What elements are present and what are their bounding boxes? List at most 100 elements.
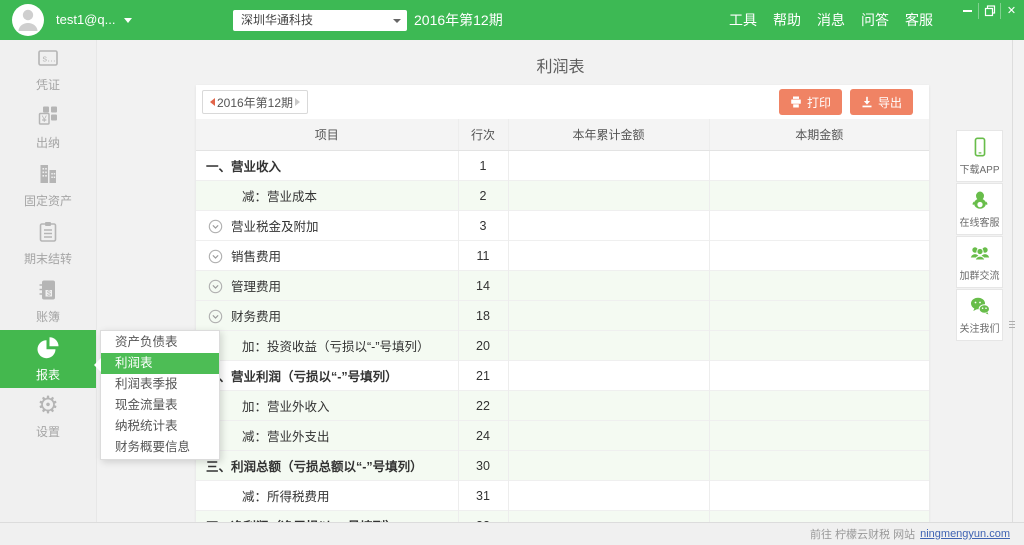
sidebar-item-ledger[interactable]: $ 账簿 — [0, 272, 96, 330]
pie-chart-icon — [35, 335, 61, 361]
table-row: 加：营业外收入 22 — [196, 391, 929, 421]
row-ytd-amount — [508, 241, 709, 271]
sidebar-item-reports[interactable]: 报表 — [0, 330, 96, 388]
sidebar: s… 凭证 ¥ 出纳 固定资产 期末结转 $ 账簿 报表 ⚙ 设置 — [0, 40, 97, 522]
company-select[interactable]: 深圳华通科技 — [233, 10, 407, 31]
row-item-label: 二、营业利润（亏损以“-”号填列） — [206, 370, 398, 384]
maximize-button[interactable] — [978, 3, 1000, 19]
row-ytd-amount — [508, 151, 709, 181]
table-row: 管理费用 14 — [196, 271, 929, 301]
col-header-current: 本期金额 — [709, 119, 929, 151]
flyout-menu-item[interactable]: 利润表季报 — [101, 374, 219, 395]
join-group-button[interactable]: 加群交流 — [956, 236, 1003, 288]
sidebar-item-voucher[interactable]: s… 凭证 — [0, 40, 96, 98]
table-row: 二、营业利润（亏损以“-”号填列） 21 — [196, 361, 929, 391]
row-item-label: 管理费用 — [231, 280, 281, 294]
ledger-icon: $ — [35, 277, 61, 303]
svg-text:$: $ — [47, 291, 51, 298]
row-item-label: 减：营业成本 — [242, 190, 317, 204]
panel-collapse-handle[interactable] — [1007, 312, 1016, 336]
table-row: 加：投资收益（亏损以“-”号填列） 20 — [196, 331, 929, 361]
footer-link[interactable]: ningmengyun.com — [920, 528, 1010, 540]
flyout-menu-item[interactable]: 现金流量表 — [101, 395, 219, 416]
flyout-menu-item[interactable]: 财务概要信息 — [101, 437, 219, 458]
svg-text:s…: s… — [43, 54, 57, 64]
titlebar-nav-item[interactable]: 问答 — [860, 8, 890, 32]
print-button[interactable]: 打印 — [779, 89, 842, 115]
table-row: 一、营业收入 1 — [196, 151, 929, 181]
flyout-arrow — [94, 358, 101, 372]
row-item-label: 减：营业外支出 — [242, 430, 330, 444]
titlebar: test1@q... 深圳华通科技 2016年第12期 工具 帮助 消息 问答 … — [0, 0, 1024, 40]
row-line-number: 21 — [458, 361, 508, 391]
quick-panel: 下载APP 在线客服 加群交流 关注我们 — [956, 130, 1003, 342]
titlebar-nav: 工具 帮助 消息 问答 客服 — [728, 0, 934, 40]
flyout-menu-item[interactable]: 资产负债表 — [101, 332, 219, 353]
expand-icon[interactable] — [208, 249, 223, 264]
row-line-number: 14 — [458, 271, 508, 301]
table-row: 三、利润总额（亏损总额以“-”号填列） 30 — [196, 451, 929, 481]
expand-icon[interactable] — [208, 279, 223, 294]
row-current-amount — [709, 331, 929, 361]
row-current-amount — [709, 391, 929, 421]
follow-us-button[interactable]: 关注我们 — [956, 289, 1003, 341]
row-ytd-amount — [508, 181, 709, 211]
table-row: 财务费用 18 — [196, 301, 929, 331]
row-item-label: 营业税金及附加 — [231, 220, 319, 234]
titlebar-nav-item[interactable]: 帮助 — [772, 8, 802, 32]
table-header-row: 项目 行次 本年累计金额 本期金额 — [196, 119, 929, 151]
titlebar-nav-item[interactable]: 工具 — [728, 8, 758, 32]
footer: 前往 柠檬云财税 网站 ningmengyun.com — [0, 522, 1024, 545]
row-item-label: 减：所得税费用 — [242, 490, 330, 504]
row-current-amount — [709, 361, 929, 391]
avatar[interactable] — [12, 4, 44, 36]
col-header-ytd: 本年累计金额 — [508, 119, 709, 151]
prev-period-arrow[interactable] — [210, 98, 215, 106]
row-ytd-amount — [508, 301, 709, 331]
user-icon — [12, 4, 44, 36]
titlebar-nav-item[interactable]: 客服 — [904, 8, 934, 32]
row-current-amount — [709, 421, 929, 451]
download-app-button[interactable]: 下载APP — [956, 130, 1003, 182]
table-row: 四、净利润（净亏损以“-”号填列） 32 — [196, 511, 929, 523]
toolbar: 2016年第12期 打印 导出 — [196, 85, 929, 119]
table-row: 减：营业成本 2 — [196, 181, 929, 211]
col-header-item: 项目 — [196, 119, 458, 151]
sidebar-item-settings[interactable]: ⚙ 设置 — [0, 388, 96, 446]
group-icon — [969, 242, 991, 264]
minimize-button[interactable] — [957, 3, 978, 19]
row-line-number: 1 — [458, 151, 508, 181]
svg-text:¥: ¥ — [41, 114, 48, 124]
row-line-number: 11 — [458, 241, 508, 271]
online-service-button[interactable]: 在线客服 — [956, 183, 1003, 235]
username[interactable]: test1@q... — [56, 0, 115, 40]
sidebar-item-fixed-assets[interactable]: 固定资产 — [0, 156, 96, 214]
sidebar-item-cashier[interactable]: ¥ 出纳 — [0, 98, 96, 156]
flyout-menu-item[interactable]: 纳税统计表 — [101, 416, 219, 437]
row-current-amount — [709, 181, 929, 211]
row-ytd-amount — [508, 361, 709, 391]
close-button[interactable]: ✕ — [1000, 3, 1022, 19]
row-ytd-amount — [508, 211, 709, 241]
wechat-icon — [969, 295, 991, 317]
next-period-arrow[interactable] — [295, 98, 300, 106]
row-current-amount — [709, 211, 929, 241]
row-item-label: 三、利润总额（亏损总额以“-”号填列） — [206, 460, 423, 474]
row-ytd-amount — [508, 511, 709, 523]
row-ytd-amount — [508, 481, 709, 511]
row-item-label: 一、营业收入 — [206, 160, 281, 174]
window-controls: ✕ — [957, 3, 1022, 19]
minimize-icon — [963, 10, 972, 12]
titlebar-nav-item[interactable]: 消息 — [816, 8, 846, 32]
export-button[interactable]: 导出 — [850, 89, 913, 115]
row-ytd-amount — [508, 391, 709, 421]
expand-icon[interactable] — [208, 309, 223, 324]
row-line-number: 2 — [458, 181, 508, 211]
col-header-line: 行次 — [458, 119, 508, 151]
expand-icon[interactable] — [208, 219, 223, 234]
row-current-amount — [709, 481, 929, 511]
flyout-menu-item[interactable]: 利润表 — [101, 353, 219, 374]
sidebar-item-period-end[interactable]: 期末结转 — [0, 214, 96, 272]
table-row: 营业税金及附加 3 — [196, 211, 929, 241]
row-current-amount — [709, 301, 929, 331]
